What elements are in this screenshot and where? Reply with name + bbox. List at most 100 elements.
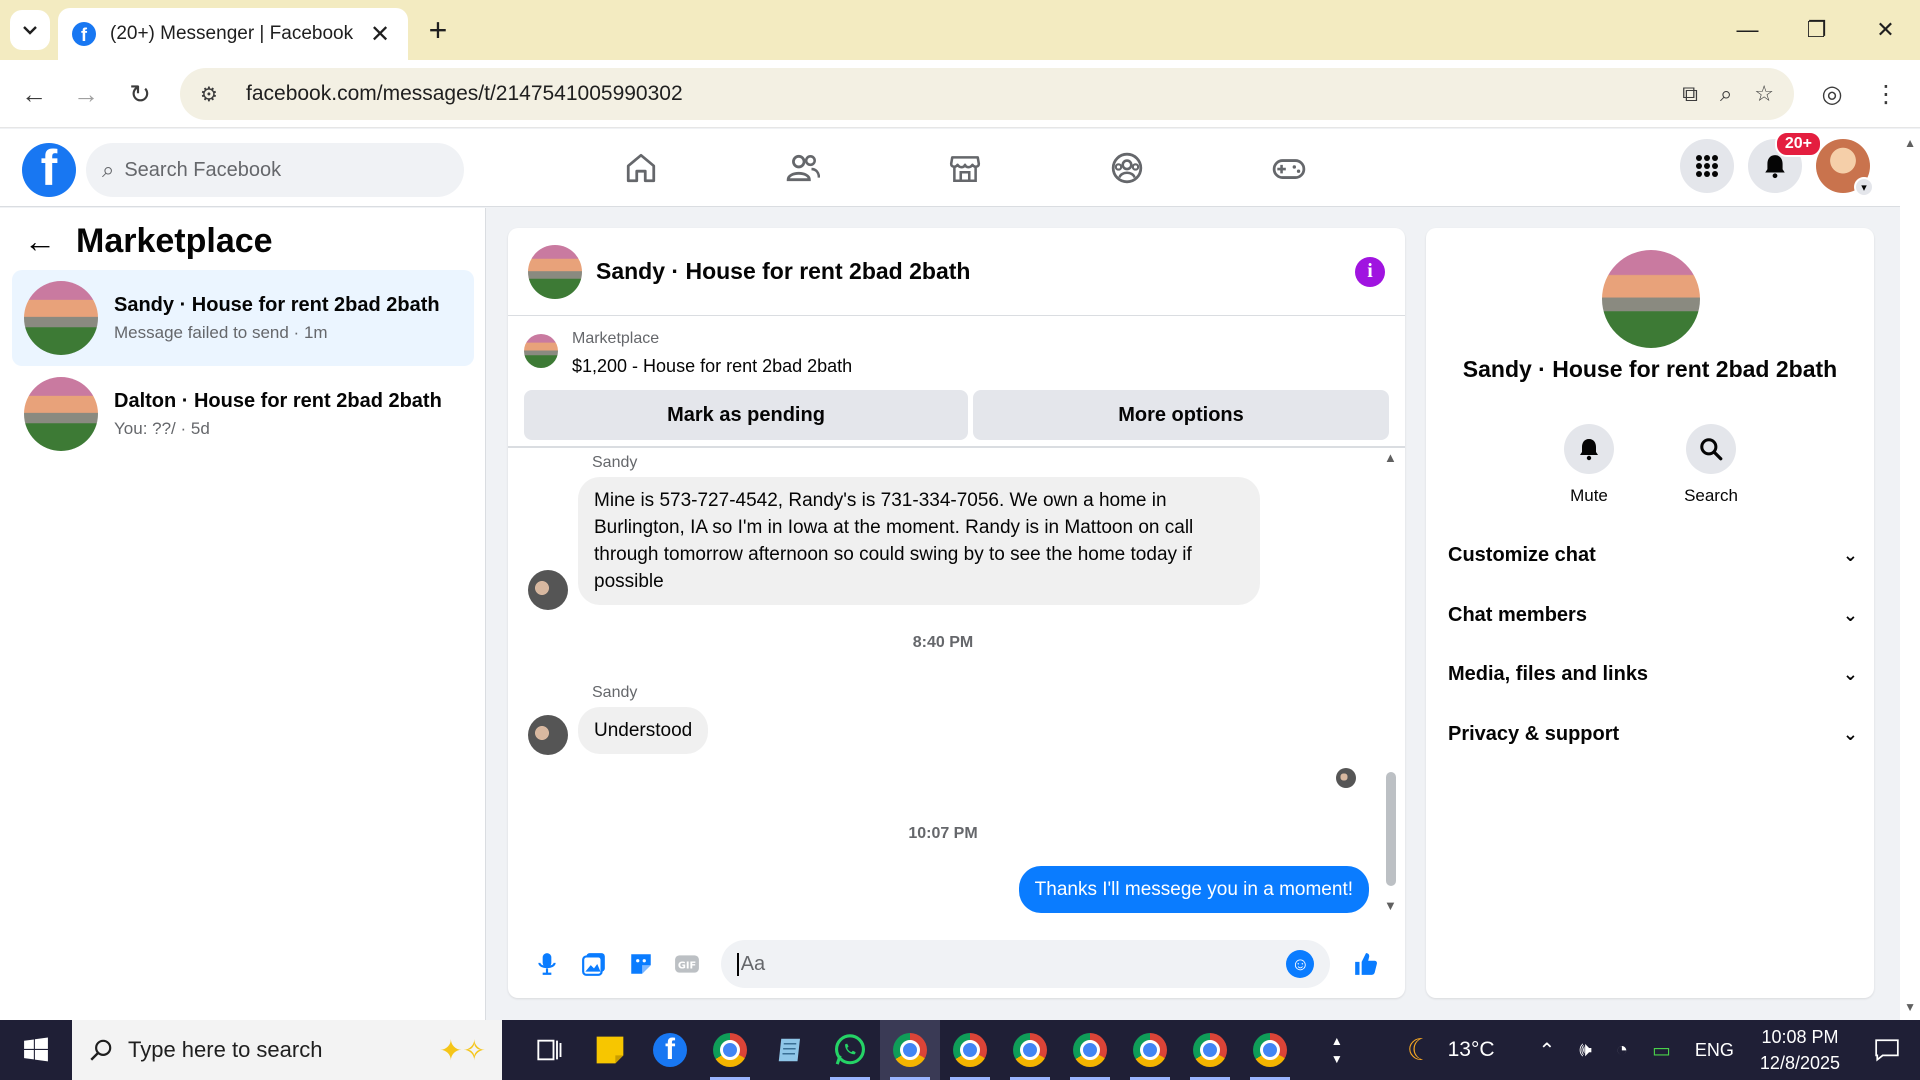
nav-home[interactable] [560,129,722,207]
chat-info-panel: Sandy · House for rent 2bad 2bath Mute S… [1426,228,1874,998]
scroll-down-arrow-icon[interactable]: ▼ [1904,1000,1916,1014]
chat-info-name: Sandy · House for rent 2bad 2bath [1462,356,1838,382]
facebook-logo[interactable]: f [22,143,76,197]
notification-center-button[interactable] [1854,1038,1920,1062]
nav-marketplace[interactable] [884,129,1046,207]
notification-count-badge: 20+ [1774,131,1822,157]
voice-clip-button[interactable] [524,940,571,988]
sender-avatar[interactable] [528,715,568,755]
chat-avatar[interactable] [528,244,582,299]
chrome-icon [1193,1033,1227,1067]
zoom-icon[interactable]: ⌕ [1720,81,1732,107]
language-indicator[interactable]: ENG [1683,1040,1746,1061]
taskbar-search[interactable]: ✦✧ [72,1020,502,1080]
facebook-search-input[interactable] [124,158,425,182]
chrome-app-4[interactable] [1000,1020,1060,1080]
page-scrollbar[interactable] [1900,129,1920,1020]
gif-icon: GIF [675,955,700,973]
browser-tab-active[interactable]: f (20+) Messenger | Facebook ✕ [58,8,408,60]
site-settings-icon[interactable]: ⚙ [200,82,232,107]
chrome-app-2[interactable] [880,1020,940,1080]
task-view-button[interactable] [520,1020,580,1080]
tab-close-icon[interactable]: ✕ [366,20,394,49]
customize-chat-section[interactable]: Customize chat ⌄ [1448,530,1858,580]
minimize-button[interactable]: — [1713,0,1782,60]
close-window-button[interactable]: ✕ [1851,0,1920,60]
back-arrow-icon[interactable]: ← [24,223,68,260]
account-avatar[interactable]: ▾ [1816,139,1874,197]
facebook-search[interactable]: ⌕ [86,143,464,197]
url-text[interactable]: facebook.com/messages/t/2147541005990302 [246,82,1682,106]
nav-groups[interactable] [1046,129,1208,207]
tab-search-dropdown[interactable] [10,10,50,50]
browser-profile-icon[interactable]: ◎ [1812,74,1852,114]
mute-button[interactable] [1564,424,1614,474]
nav-friends[interactable] [722,129,884,207]
taskbar-search-input[interactable] [128,1037,388,1063]
listing-title[interactable]: $1,200 - House for rent 2bad 2bath [572,356,852,377]
notifications-button[interactable]: 20+ [1748,131,1822,193]
privacy-support-section[interactable]: Privacy & support ⌄ [1448,709,1858,759]
forward-button[interactable]: → [66,74,106,114]
chat-members-section[interactable]: Chat members ⌄ [1448,590,1858,640]
conversation-item-dalton[interactable]: Dalton · House for rent 2bad 2bath You: … [12,366,474,462]
chrome-app-3[interactable] [940,1020,1000,1080]
attach-photo-button[interactable] [571,940,618,988]
message-bubble-outgoing[interactable]: Thanks I'll messege you in a moment! [1018,866,1369,913]
sticky-notes-app[interactable] [580,1020,640,1080]
chrome-app-1[interactable] [700,1020,760,1080]
more-options-button[interactable]: More options [973,390,1389,440]
chrome-app-5[interactable] [1060,1020,1120,1080]
media-files-links-section[interactable]: Media, files and links ⌄ [1448,649,1858,699]
menu-grid-button[interactable] [1680,139,1734,193]
sticker-button[interactable] [617,940,664,988]
wifi-icon: ◔ [1615,1038,1628,1061]
tray-scroll-arrows[interactable]: ▲ ▼ [1319,1032,1355,1068]
mark-as-pending-button[interactable]: Mark as pending [524,390,968,440]
start-button[interactable] [0,1020,72,1080]
conversation-item-sandy[interactable]: Sandy · House for rent 2bad 2bath Messag… [12,270,474,366]
show-hidden-icons-button[interactable]: ⌃ [1527,1038,1568,1063]
microphone-icon [538,953,556,975]
send-like-button[interactable] [1342,940,1389,988]
new-tab-button[interactable]: + [420,12,456,49]
info-icon[interactable]: i [1355,256,1385,287]
volume-button[interactable]: 🕪 [1567,1039,1604,1062]
emoji-icon[interactable]: ☺ [1286,950,1315,978]
mute-action[interactable]: Mute [1552,424,1626,506]
scroll-up-arrow-icon[interactable]: ▲ [1384,450,1397,465]
message-input[interactable] [736,952,1287,976]
whatsapp-app[interactable] [820,1020,880,1080]
clock[interactable]: 10:08 PM 12/8/2025 [1746,1024,1854,1076]
chat-scrollbar-thumb[interactable] [1386,772,1396,886]
browser-menu-icon[interactable]: ⋮ [1866,74,1906,114]
restore-button[interactable]: ❐ [1782,0,1851,60]
bookmark-star-icon[interactable]: ☆ [1754,81,1774,107]
facebook-app[interactable]: f [640,1020,700,1080]
message-bubble-incoming[interactable]: Understood [578,707,709,754]
sender-avatar[interactable] [528,570,568,610]
chrome-app-7[interactable] [1180,1020,1240,1080]
gif-button[interactable]: GIF [664,940,711,988]
reload-button[interactable]: ↻ [120,74,160,114]
search-in-chat-button[interactable] [1686,424,1736,474]
search-action[interactable]: Search [1674,424,1748,506]
message-bubble-incoming[interactable]: Mine is 573-727-4542, Randy's is 731-334… [578,477,1260,605]
listing-thumbnail[interactable] [524,334,558,368]
nav-gaming[interactable] [1208,129,1370,207]
scroll-down-arrow-icon[interactable]: ▼ [1384,898,1397,913]
chrome-app-6[interactable] [1120,1020,1180,1080]
notepad-app[interactable] [760,1020,820,1080]
install-app-icon[interactable]: ⧉ [1682,81,1698,107]
scroll-up-arrow-icon[interactable]: ▲ [1904,136,1916,150]
address-bar[interactable]: ⚙ facebook.com/messages/t/21475410059903… [180,68,1794,120]
facebook-header: f ⌕ 20+ [0,129,1900,207]
chat-title[interactable]: Sandy · House for rent 2bad 2bath [596,258,1355,285]
chrome-app-8[interactable] [1240,1020,1300,1080]
weather-widget[interactable]: ☾ 13°C [1395,1033,1507,1068]
chevron-down-icon: ⌄ [1842,604,1858,625]
network-button[interactable]: ◔ [1604,1039,1640,1062]
chat-info-avatar[interactable] [1602,250,1700,348]
back-button[interactable]: ← [14,74,54,114]
battery-button[interactable]: ▭ [1640,1038,1683,1063]
